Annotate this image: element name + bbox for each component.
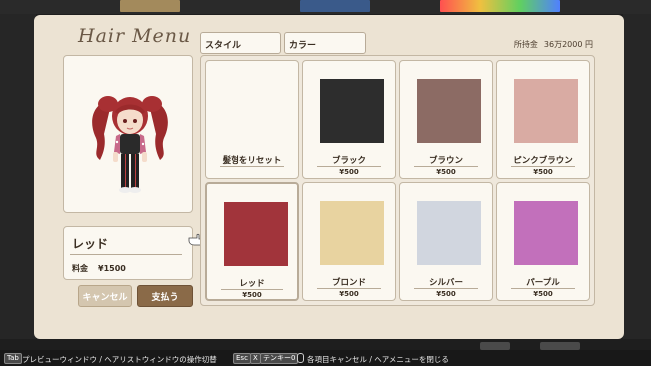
color-item-price: ¥500: [242, 291, 262, 299]
color-item-label: ブラウン: [428, 156, 463, 166]
color-item-label: ブラック: [331, 156, 366, 166]
menu-title: Hair Menu: [78, 25, 192, 47]
tab-key-icon: Tab: [4, 353, 22, 364]
hud-gauge: [300, 0, 370, 12]
game-hud-top: [0, 0, 651, 14]
color-item-price: ¥500: [339, 290, 359, 298]
esc-key-icon: Esc: [233, 353, 251, 364]
selected-color-name: レッド: [72, 237, 109, 251]
hud-gauge: [440, 0, 560, 12]
divider: [317, 288, 381, 289]
color-swatch: [417, 79, 481, 143]
color-item-reset[interactable]: 髪형をリセット: [205, 60, 299, 179]
color-item-brown[interactable]: ブラウン ¥500: [399, 60, 493, 179]
color-item-black[interactable]: ブラック ¥500: [302, 60, 396, 179]
color-swatch: [224, 202, 288, 266]
divider: [221, 289, 283, 290]
price-value: ¥1500: [98, 264, 126, 273]
esc-help-text: 各項目キャンセル / ヘアメニューを閉じる: [307, 355, 449, 364]
hud-chip: [540, 342, 580, 350]
color-item-label: ブロンド: [331, 278, 366, 288]
price-row: 料金 ¥1500: [72, 263, 126, 274]
color-item-label: 髪형をリセット: [222, 156, 282, 166]
color-item-price: ¥500: [436, 290, 456, 298]
tab-help-text: プレビューウィンドウ / ヘアリストウィンドウの操作切替: [22, 355, 217, 364]
numpad0-key-icon: テンキー0: [260, 353, 299, 364]
divider: [511, 288, 575, 289]
pay-button[interactable]: 支払う: [137, 285, 193, 307]
color-item-label: パープル: [526, 278, 560, 288]
selection-info: レッド 料金 ¥1500: [63, 226, 193, 280]
character-preview[interactable]: [63, 55, 193, 213]
divider: [317, 166, 381, 167]
hair-color-grid: 髪형をリセット ブラック ¥500 ブラウン ¥500 ピンクブラウン ¥500…: [200, 55, 595, 306]
money-label: 所持金: [513, 40, 538, 49]
divider: [414, 166, 478, 167]
price-label: 料金: [72, 264, 88, 273]
color-item-price: ¥500: [436, 168, 456, 176]
divider: [220, 166, 284, 167]
color-item-price: ¥500: [339, 168, 359, 176]
color-item-label: ピンクブラウン: [513, 156, 573, 166]
color-item-purple[interactable]: パープル ¥500: [496, 182, 590, 301]
color-swatch: [514, 79, 578, 143]
color-item-red[interactable]: レッド ¥500: [205, 182, 299, 301]
color-swatch: [320, 201, 384, 265]
color-item-price: ¥500: [533, 290, 553, 298]
color-item-label: シルバー: [428, 278, 463, 288]
game-hud-left: [0, 14, 36, 339]
controls-help-bar: Tab プレビューウィンドウ / ヘアリストウィンドウの操作切替 Esc X テ…: [0, 350, 651, 366]
color-swatch: [417, 201, 481, 265]
mouse-icon: [297, 353, 304, 363]
color-swatch: [514, 201, 578, 265]
hud-chip: [480, 342, 510, 350]
color-swatch: [320, 79, 384, 143]
color-item-blonde[interactable]: ブロンド ¥500: [302, 182, 396, 301]
game-hud-right: [623, 14, 651, 339]
hud-gauge: [120, 0, 180, 12]
tab-color[interactable]: カラー: [284, 32, 366, 54]
divider: [414, 288, 478, 289]
character-avatar: [92, 96, 168, 193]
color-item-label: レッド: [239, 279, 265, 289]
money-display: 所持金 36万2000 円: [514, 39, 593, 50]
color-item-price: ¥500: [533, 168, 553, 176]
money-value: 36万2000 円: [543, 40, 593, 49]
color-item-silver[interactable]: シルバー ¥500: [399, 182, 493, 301]
color-item-pink-brown[interactable]: ピンクブラウン ¥500: [496, 60, 590, 179]
divider: [70, 254, 182, 255]
cancel-button[interactable]: キャンセル: [78, 285, 132, 307]
divider: [511, 166, 575, 167]
tab-style[interactable]: スタイル: [200, 32, 281, 54]
